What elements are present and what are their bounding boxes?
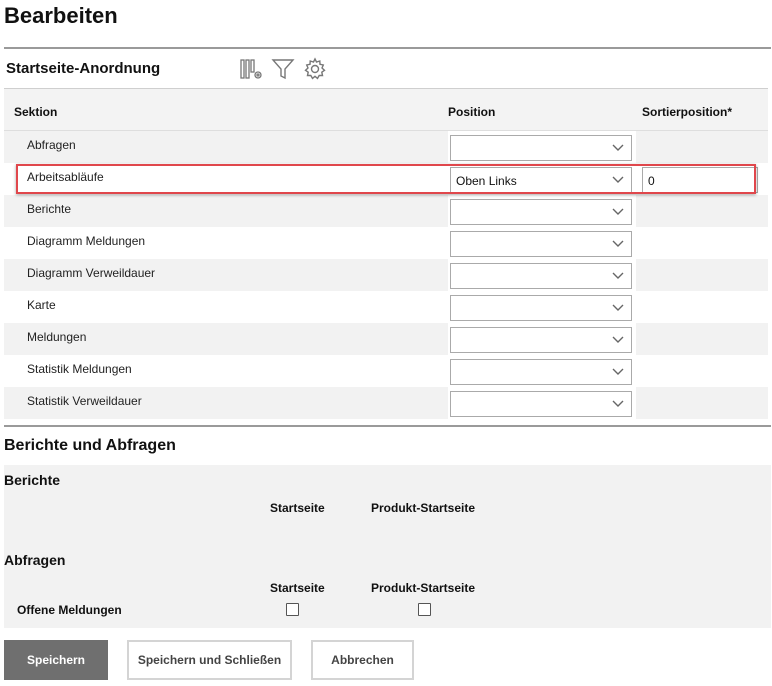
row-label: Berichte xyxy=(27,202,72,216)
reports-section: Berichte und Abfragen xyxy=(4,425,771,465)
chevron-down-icon xyxy=(612,333,624,345)
table-body: Abfragen Arbeitsabläufe Oben Links 0 Bericht… xyxy=(4,131,768,419)
table-row: Berichte xyxy=(4,195,768,227)
table-row: Statistik Meldungen xyxy=(4,355,768,387)
row-label: Abfragen xyxy=(27,138,76,152)
filter-icon[interactable] xyxy=(270,57,296,81)
table-row: Karte xyxy=(4,291,768,323)
col-header-sort: Sortierposition* xyxy=(642,105,733,119)
table-row: Meldungen xyxy=(4,323,768,355)
abfragen-product-checkbox[interactable] xyxy=(418,603,431,616)
col-header-position: Position xyxy=(448,105,496,119)
gear-icon[interactable] xyxy=(302,57,328,81)
position-select[interactable] xyxy=(450,295,632,321)
sort-cell xyxy=(640,291,768,323)
berichte-col-product: Produkt-Startseite xyxy=(371,501,476,515)
position-select[interactable] xyxy=(450,391,632,417)
sort-cell xyxy=(640,323,768,355)
row-label: Statistik Meldungen xyxy=(27,362,132,376)
position-cell xyxy=(448,195,636,227)
chevron-down-icon xyxy=(612,141,624,153)
table-row: Statistik Verweildauer xyxy=(4,387,768,419)
position-select[interactable] xyxy=(450,359,632,385)
save-button[interactable]: Speichern xyxy=(4,640,108,680)
berichte-col-start: Startseite xyxy=(270,501,325,515)
position-select-value: Oben Links xyxy=(456,174,517,188)
row-label: Arbeitsabläufe xyxy=(27,170,104,184)
chevron-down-icon xyxy=(612,173,624,185)
position-select[interactable] xyxy=(450,231,632,257)
position-cell xyxy=(448,131,636,163)
arrangement-toolbar xyxy=(238,57,328,81)
chevron-down-icon xyxy=(612,269,624,281)
chevron-down-icon xyxy=(612,237,624,249)
chevron-down-icon xyxy=(612,301,624,313)
position-cell xyxy=(448,355,636,387)
table-header: Sektion Position Sortierposition* xyxy=(4,89,768,131)
reports-header: Berichte und Abfragen xyxy=(4,425,771,465)
arrangement-section: Startseite-Anordnung xyxy=(4,47,771,87)
position-cell: Oben Links xyxy=(448,163,636,195)
position-select[interactable] xyxy=(450,263,632,289)
abfragen-title: Abfragen xyxy=(4,552,66,568)
row-label: Diagramm Verweildauer xyxy=(27,266,156,280)
chevron-down-icon xyxy=(612,205,624,217)
position-select[interactable] xyxy=(450,199,632,225)
table-row: Diagramm Meldungen xyxy=(4,227,768,259)
arrangement-table: Sektion Position Sortierposition* Abfrag… xyxy=(4,88,768,419)
col-header-section: Sektion xyxy=(14,105,58,119)
chevron-down-icon xyxy=(612,397,624,409)
abfragen-start-checkbox[interactable] xyxy=(286,603,299,616)
position-select[interactable]: Oben Links xyxy=(450,167,632,193)
row-label: Karte xyxy=(27,298,56,312)
sort-position-input[interactable]: 0 xyxy=(642,167,758,193)
abfragen-col-product: Produkt-Startseite xyxy=(371,581,476,595)
row-label: Meldungen xyxy=(27,330,87,344)
row-label: Statistik Verweildauer xyxy=(27,394,142,408)
abfragen-item-label: Offene Meldungen xyxy=(17,603,122,617)
cancel-button[interactable]: Abbrechen xyxy=(311,640,414,680)
columns-settings-icon[interactable] xyxy=(238,57,264,81)
position-cell xyxy=(448,323,636,355)
position-select[interactable] xyxy=(450,327,632,353)
sort-cell xyxy=(640,227,768,259)
position-cell xyxy=(448,259,636,291)
arrangement-title: Startseite-Anordnung xyxy=(6,60,161,77)
position-cell xyxy=(448,227,636,259)
page-title: Bearbeiten xyxy=(4,3,118,28)
table-row: Diagramm Verweildauer xyxy=(4,259,768,291)
sort-cell xyxy=(640,259,768,291)
row-label: Diagramm Meldungen xyxy=(27,234,146,248)
sort-cell xyxy=(640,387,768,419)
sort-cell: 0 xyxy=(640,163,768,195)
sort-cell xyxy=(640,131,768,163)
arrangement-header: Startseite-Anordnung xyxy=(4,47,771,87)
position-select[interactable] xyxy=(450,135,632,161)
position-cell xyxy=(448,387,636,419)
abfragen-col-start: Startseite xyxy=(270,581,325,595)
reports-title: Berichte und Abfragen xyxy=(4,437,176,454)
berichte-title: Berichte xyxy=(4,472,61,488)
save-close-button[interactable]: Speichern und Schließen xyxy=(127,640,292,680)
sort-cell xyxy=(640,355,768,387)
position-cell xyxy=(448,291,636,323)
sort-cell xyxy=(640,195,768,227)
table-row: Abfragen xyxy=(4,131,768,163)
table-row: Arbeitsabläufe Oben Links 0 xyxy=(4,163,768,195)
chevron-down-icon xyxy=(612,365,624,377)
